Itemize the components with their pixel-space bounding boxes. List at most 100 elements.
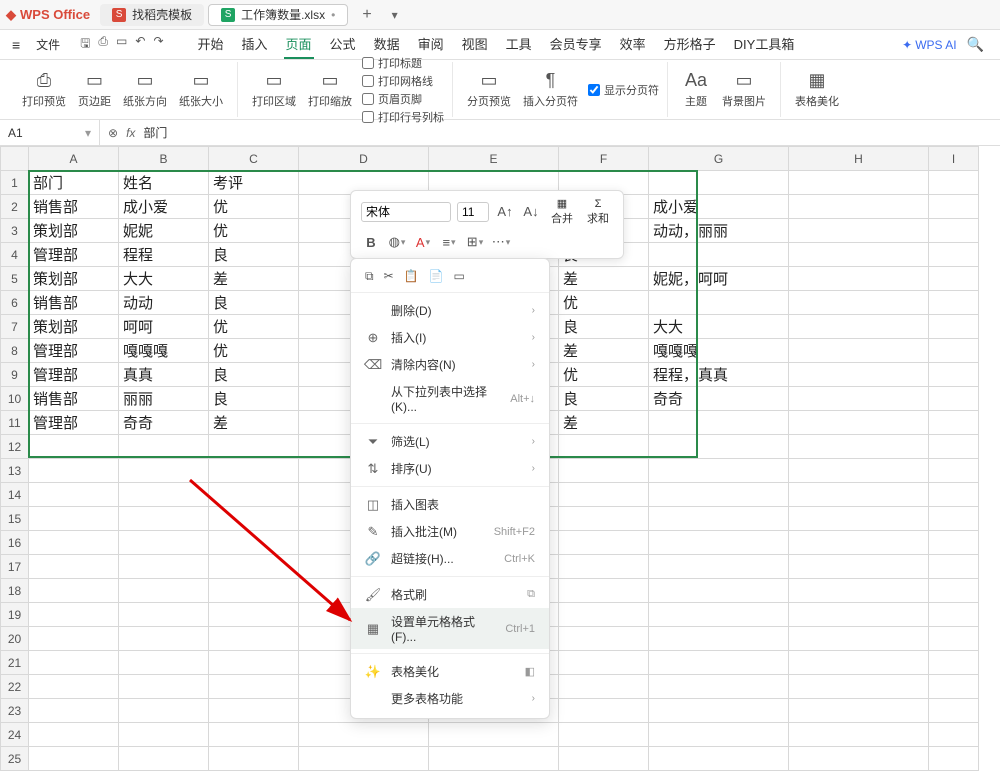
doc-tab-template[interactable]: S 找稻壳模板: [100, 4, 204, 26]
cell-C12[interactable]: [209, 435, 299, 459]
cell-D24[interactable]: [299, 723, 429, 747]
cell-H17[interactable]: [789, 555, 929, 579]
tab-efficiency[interactable]: 效率: [618, 30, 648, 59]
cell-C2[interactable]: 优: [209, 195, 299, 219]
cell-I5[interactable]: [929, 267, 979, 291]
row-header-3[interactable]: 3: [1, 219, 29, 243]
hamburger-icon[interactable]: ≡: [8, 37, 24, 53]
fx-label[interactable]: fx: [126, 126, 135, 140]
cell-I22[interactable]: [929, 675, 979, 699]
row-header-20[interactable]: 20: [1, 627, 29, 651]
cell-A14[interactable]: [29, 483, 119, 507]
col-header-D[interactable]: D: [299, 147, 429, 171]
ribbon-check-打印行号列标[interactable]: 打印行号列标: [362, 109, 444, 125]
cell-I15[interactable]: [929, 507, 979, 531]
cell-C22[interactable]: [209, 675, 299, 699]
col-header-E[interactable]: E: [429, 147, 559, 171]
cell-G8[interactable]: 嘎嘎嘎: [649, 339, 789, 363]
rb-g1-0[interactable]: ⎙打印预览: [16, 69, 72, 111]
cell-C14[interactable]: [209, 483, 299, 507]
cell-A22[interactable]: [29, 675, 119, 699]
cell-C11[interactable]: 差: [209, 411, 299, 435]
rb-g1-2[interactable]: ▭纸张方向: [117, 69, 173, 111]
cell-A24[interactable]: [29, 723, 119, 747]
new-tab-button[interactable]: +: [352, 6, 381, 24]
ctx-filter[interactable]: ⏷筛选(L)›: [351, 428, 549, 455]
cell-B5[interactable]: 大大: [119, 267, 209, 291]
cell-G15[interactable]: [649, 507, 789, 531]
row-header-9[interactable]: 9: [1, 363, 29, 387]
cell-G23[interactable]: [649, 699, 789, 723]
cell-C8[interactable]: 优: [209, 339, 299, 363]
row-header-18[interactable]: 18: [1, 579, 29, 603]
tab-insert[interactable]: 插入: [240, 30, 270, 59]
cell-G19[interactable]: [649, 603, 789, 627]
cell-G16[interactable]: [649, 531, 789, 555]
cell-F20[interactable]: [559, 627, 649, 651]
row-header-7[interactable]: 7: [1, 315, 29, 339]
cell-G25[interactable]: [649, 747, 789, 771]
cell-I21[interactable]: [929, 651, 979, 675]
cell-D25[interactable]: [299, 747, 429, 771]
row-header-23[interactable]: 23: [1, 699, 29, 723]
cell-F15[interactable]: [559, 507, 649, 531]
cell-A13[interactable]: [29, 459, 119, 483]
cell-C23[interactable]: [209, 699, 299, 723]
fill-color-button[interactable]: ◍: [387, 232, 407, 252]
ctx-format-cells[interactable]: ▦设置单元格格式(F)...Ctrl+1: [351, 608, 549, 649]
ctx-beautify[interactable]: ✨表格美化◧: [351, 658, 549, 685]
tab-tools[interactable]: 工具: [504, 30, 534, 59]
cell-G18[interactable]: [649, 579, 789, 603]
cell-C10[interactable]: 良: [209, 387, 299, 411]
row-header-15[interactable]: 15: [1, 507, 29, 531]
checkbox[interactable]: [588, 84, 600, 96]
row-header-22[interactable]: 22: [1, 675, 29, 699]
rb-g2-1[interactable]: ▭打印缩放: [302, 69, 358, 111]
rb-g4-1[interactable]: ▭背景图片: [716, 69, 772, 111]
cell-G6[interactable]: [649, 291, 789, 315]
cell-A1[interactable]: 部门: [29, 171, 119, 195]
decrease-font-icon[interactable]: A↓: [521, 202, 541, 222]
cell-I1[interactable]: [929, 171, 979, 195]
cell-I6[interactable]: [929, 291, 979, 315]
row-header-2[interactable]: 2: [1, 195, 29, 219]
col-header-H[interactable]: H: [789, 147, 929, 171]
col-header-F[interactable]: F: [559, 147, 649, 171]
cell-B19[interactable]: [119, 603, 209, 627]
cell-A2[interactable]: 销售部: [29, 195, 119, 219]
cell-C18[interactable]: [209, 579, 299, 603]
cell-H6[interactable]: [789, 291, 929, 315]
name-box[interactable]: A1▾: [0, 120, 100, 145]
ctx-comment[interactable]: ✎插入批注(M)Shift+F2: [351, 518, 549, 545]
cell-I18[interactable]: [929, 579, 979, 603]
cell-H2[interactable]: [789, 195, 929, 219]
preview-icon[interactable]: ▭: [116, 34, 127, 55]
cell-B12[interactable]: [119, 435, 209, 459]
cell-H7[interactable]: [789, 315, 929, 339]
cell-F17[interactable]: [559, 555, 649, 579]
cell-G3[interactable]: 动动，丽丽: [649, 219, 789, 243]
cell-F11[interactable]: 差: [559, 411, 649, 435]
font-name-input[interactable]: [361, 202, 451, 222]
cell-H15[interactable]: [789, 507, 929, 531]
cell-E25[interactable]: [429, 747, 559, 771]
cell-H23[interactable]: [789, 699, 929, 723]
cell-G14[interactable]: [649, 483, 789, 507]
cell-I24[interactable]: [929, 723, 979, 747]
font-size-input[interactable]: [457, 202, 489, 222]
file-menu[interactable]: 文件: [28, 34, 68, 55]
checkbox[interactable]: [362, 111, 374, 123]
cell-G20[interactable]: [649, 627, 789, 651]
cell-A7[interactable]: 策划部: [29, 315, 119, 339]
cell-G11[interactable]: [649, 411, 789, 435]
cell-I9[interactable]: [929, 363, 979, 387]
cell-F21[interactable]: [559, 651, 649, 675]
row-header-21[interactable]: 21: [1, 651, 29, 675]
print-icon[interactable]: ⎙: [98, 34, 108, 55]
cell-H20[interactable]: [789, 627, 929, 651]
col-header-G[interactable]: G: [649, 147, 789, 171]
cell-B3[interactable]: 妮妮: [119, 219, 209, 243]
rb-g3-0[interactable]: ▭分页预览: [461, 69, 517, 111]
cell-H1[interactable]: [789, 171, 929, 195]
cell-I11[interactable]: [929, 411, 979, 435]
